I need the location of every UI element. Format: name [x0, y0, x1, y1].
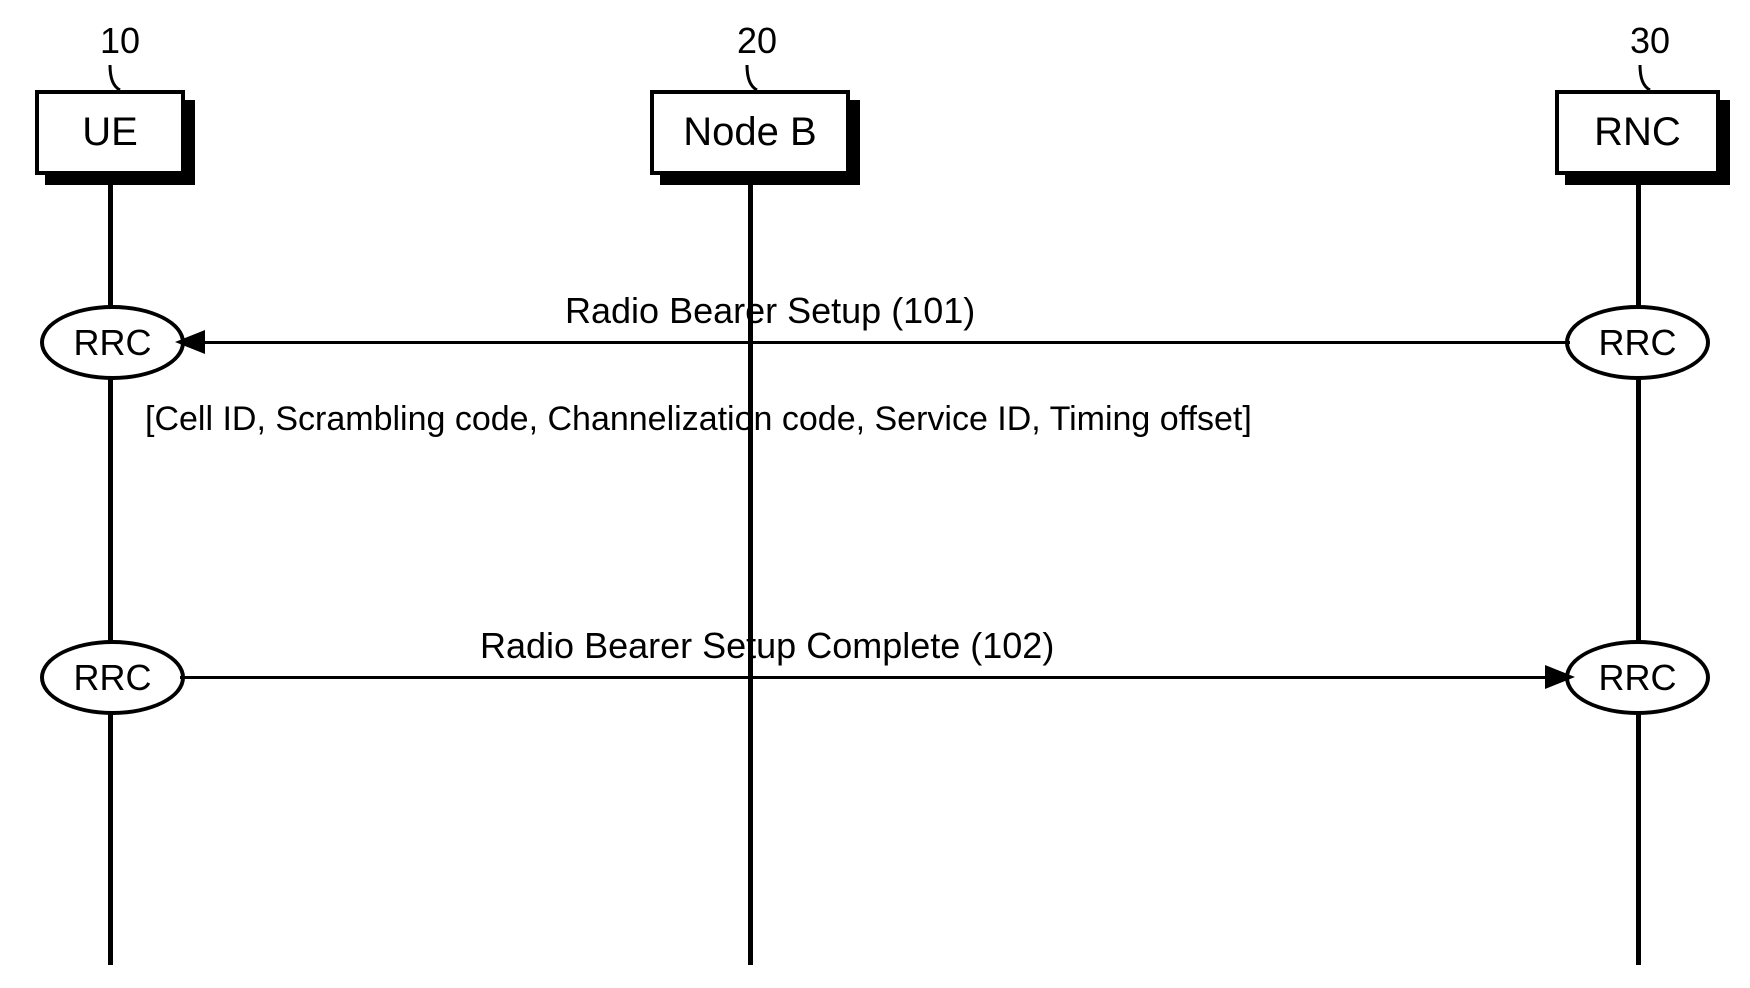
rnc-number: 30: [1630, 20, 1670, 62]
ue-box: UE: [35, 90, 185, 175]
setup-message-label: Radio Bearer Setup (101): [565, 290, 975, 332]
nodeb-number: 20: [737, 20, 777, 62]
rrc-label-rnc-2: RRC: [1599, 657, 1677, 699]
complete-arrow-line: [180, 676, 1550, 679]
rnc-rrc-1: RRC: [1565, 305, 1710, 380]
ue-lifeline: [108, 175, 113, 965]
setup-arrow-line: [200, 341, 1570, 344]
ue-number: 10: [100, 20, 140, 62]
setup-message-details: [Cell ID, Scrambling code, Channelizatio…: [145, 400, 1252, 439]
complete-arrow-head: [1545, 665, 1575, 689]
setup-arrow-head: [175, 330, 205, 354]
rrc-label-ue-2: RRC: [74, 657, 152, 699]
nodeb-label: Node B: [683, 110, 816, 155]
rrc-label-ue-1: RRC: [74, 322, 152, 364]
rnc-lifeline: [1636, 175, 1641, 965]
sequence-diagram: 10 UE 20 Node B 30 RNC RRC RRC Radio Bea…: [0, 0, 1750, 988]
rnc-label: RNC: [1594, 110, 1681, 155]
rnc-rrc-2: RRC: [1565, 640, 1710, 715]
ue-rrc-1: RRC: [40, 305, 185, 380]
nodeb-box: Node B: [650, 90, 850, 175]
complete-message-label: Radio Bearer Setup Complete (102): [480, 625, 1054, 667]
rnc-box: RNC: [1555, 90, 1720, 175]
rrc-label-rnc-1: RRC: [1599, 322, 1677, 364]
ue-rrc-2: RRC: [40, 640, 185, 715]
ue-label: UE: [82, 110, 138, 155]
